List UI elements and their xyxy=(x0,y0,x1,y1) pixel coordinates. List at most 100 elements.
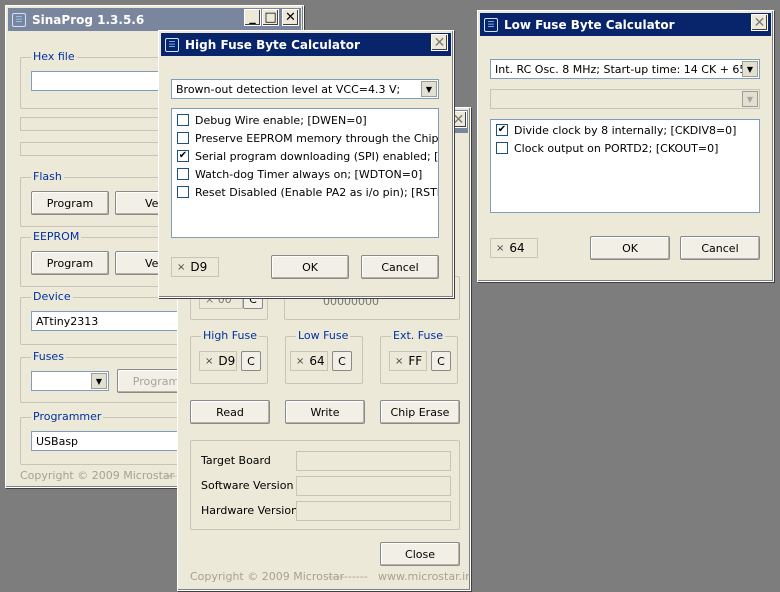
eesave-checkbox[interactable] xyxy=(177,132,189,144)
hardware-version-label: Hardware Version xyxy=(201,504,299,517)
high-fuse-title-bar[interactable]: ☰ High Fuse Byte Calculator xyxy=(161,33,451,56)
hex-file-label: Hex file xyxy=(31,50,77,63)
low-fuse-group: Low Fuse × 64 C xyxy=(285,329,363,384)
high-fuse-label: High Fuse xyxy=(201,329,259,342)
close-icon: ✕ xyxy=(753,14,766,31)
close-button[interactable]: Close xyxy=(380,542,460,566)
minimize-button[interactable]: _ xyxy=(244,9,261,26)
device-label: Device xyxy=(31,290,73,303)
ext-fuse-label: Ext. Fuse xyxy=(391,329,445,342)
main-footer-copyright: Copyright © 2009 Microstar xyxy=(20,469,175,482)
ext-fuse-value: FF xyxy=(408,354,423,368)
maximize-button[interactable]: □ xyxy=(262,9,279,26)
app-icon: ☰ xyxy=(12,12,26,27)
spien-checkbox[interactable]: ✔ xyxy=(177,150,189,162)
secondary-select[interactable]: ▼ xyxy=(490,89,760,109)
flash-label: Flash xyxy=(31,170,64,183)
option-wdton[interactable]: Watch-dog Timer always on; [WDTON=0] xyxy=(177,166,422,182)
hardware-version-field xyxy=(296,501,451,521)
chip-erase-button[interactable]: Chip Erase xyxy=(380,400,460,424)
rstdisbl-checkbox[interactable] xyxy=(177,186,189,198)
low-fuse-ok-button[interactable]: OK xyxy=(590,236,670,260)
low-fuse-label: Low Fuse xyxy=(296,329,351,342)
high-fuse-result-prefix: × xyxy=(177,261,186,273)
option-eesave[interactable]: Preserve EEPROM memory through the Chip … xyxy=(177,130,439,146)
ext-fuse-box: × FF xyxy=(389,351,427,371)
low-fuse-dialog: ☰ Low Fuse Byte Calculator ✕ Int. RC Osc… xyxy=(477,10,774,282)
low-fuse-result-prefix: × xyxy=(496,242,505,254)
main-close-button[interactable]: ✕ xyxy=(282,9,299,26)
eesave-label: Preserve EEPROM memory through the Chip … xyxy=(195,131,439,145)
dwen-label: Debug Wire enable; [DWEN=0] xyxy=(195,113,367,127)
low-fuse-result-value: 64 xyxy=(509,241,525,255)
app-icon: ☰ xyxy=(165,37,179,52)
high-fuse-value: D9 xyxy=(218,354,236,368)
fuses-footer-dashes: ---------- xyxy=(328,570,368,583)
wdton-label: Watch-dog Timer always on; [WDTON=0] xyxy=(195,167,423,181)
high-fuse-prefix: × xyxy=(205,355,214,367)
clock-source-select[interactable]: Int. RC Osc. 8 MHz; Start-up time: 14 CK… xyxy=(490,59,760,79)
device-value: ATtiny2313 xyxy=(36,314,99,328)
high-fuse-ok-button[interactable]: OK xyxy=(271,255,349,279)
ckdiv8-checkbox[interactable]: ✔ xyxy=(496,124,508,136)
ckout-label: Clock output on PORTD2; [CKOUT=0] xyxy=(514,141,719,155)
target-board-field xyxy=(296,451,451,471)
option-rstdisbl[interactable]: Reset Disabled (Enable PA2 as i/o pin); … xyxy=(177,184,438,200)
clock-source-value: Int. RC Osc. 8 MHz; Start-up time: 14 CK… xyxy=(495,62,747,76)
eeprom-label: EEPROM xyxy=(31,230,82,243)
low-fuse-dialog-title: Low Fuse Byte Calculator xyxy=(504,17,675,32)
programmer-value: USBasp xyxy=(36,434,79,448)
ckout-checkbox[interactable] xyxy=(496,142,508,154)
write-button[interactable]: Write xyxy=(285,400,365,424)
low-fuse-cancel-button[interactable]: Cancel xyxy=(680,236,760,260)
fuses-footer-copyright: Copyright © 2009 Microstar xyxy=(190,570,345,583)
maximize-icon: □ xyxy=(264,10,277,25)
low-fuse-title-bar[interactable]: ☰ Low Fuse Byte Calculator xyxy=(480,13,771,36)
brown-out-value: Brown-out detection level at VCC=4.3 V; xyxy=(176,82,401,96)
main-window-title: SinaProg 1.3.5.6 xyxy=(32,12,145,27)
high-fuse-result-value: D9 xyxy=(190,260,208,274)
low-fuse-result: × 64 xyxy=(490,238,538,258)
low-fuse-close-button[interactable]: ✕ xyxy=(751,14,768,31)
high-fuse-dialog-title: High Fuse Byte Calculator xyxy=(185,37,360,52)
close-icon: ✕ xyxy=(285,10,296,25)
fuses-select[interactable]: ▼ xyxy=(31,371,109,391)
high-fuse-close-button[interactable]: ✕ xyxy=(431,34,448,51)
high-fuse-result: × D9 xyxy=(171,257,219,277)
option-dwen[interactable]: Debug Wire enable; [DWEN=0] xyxy=(177,112,367,128)
option-spien[interactable]: ✔ Serial program downloading (SPI) enable… xyxy=(177,148,439,164)
close-icon: ✕ xyxy=(452,111,465,128)
low-fuse-box: × 64 xyxy=(290,351,328,371)
programmer-label: Programmer xyxy=(31,410,104,423)
low-fuse-clear-button[interactable]: C xyxy=(332,351,352,371)
software-version-field xyxy=(296,476,451,496)
high-fuse-options-list: Debug Wire enable; [DWEN=0] Preserve EEP… xyxy=(171,108,439,238)
option-ckdiv8[interactable]: ✔ Divide clock by 8 internally; [CKDIV8=0… xyxy=(496,122,736,138)
high-fuse-cancel-button[interactable]: Cancel xyxy=(361,255,439,279)
ext-fuse-prefix: × xyxy=(395,355,404,367)
info-group: Target Board Software Version Hardware V… xyxy=(190,440,460,530)
eeprom-program-button[interactable]: Program xyxy=(31,251,109,275)
ext-fuse-group: Ext. Fuse × FF C xyxy=(380,329,458,384)
rstdisbl-label: Reset Disabled (Enable PA2 as i/o pin); … xyxy=(195,185,438,199)
wdton-checkbox[interactable] xyxy=(177,168,189,180)
high-fuse-box: × D9 xyxy=(199,351,237,371)
low-fuse-prefix: × xyxy=(296,355,305,367)
low-fuse-value: 64 xyxy=(309,354,325,368)
high-fuse-clear-button[interactable]: C xyxy=(241,351,261,371)
software-version-label: Software Version xyxy=(201,479,294,492)
fuses-footer-url: www.microstar.ir xyxy=(378,570,470,583)
close-icon: ✕ xyxy=(433,34,446,51)
chevron-down-icon: ▼ xyxy=(742,61,758,77)
high-fuse-group: High Fuse × D9 C xyxy=(190,329,268,384)
chevron-down-icon: ▼ xyxy=(742,91,758,107)
read-button[interactable]: Read xyxy=(190,400,270,424)
brown-out-select[interactable]: Brown-out detection level at VCC=4.3 V; … xyxy=(171,79,439,99)
ext-fuse-clear-button[interactable]: C xyxy=(431,351,451,371)
dwen-checkbox[interactable] xyxy=(177,114,189,126)
option-ckout[interactable]: Clock output on PORTD2; [CKOUT=0] xyxy=(496,140,718,156)
flash-program-button[interactable]: Program xyxy=(31,191,109,215)
low-fuse-options-list: ✔ Divide clock by 8 internally; [CKDIV8=0… xyxy=(490,119,760,213)
spien-label: Serial program downloading (SPI) enabled… xyxy=(195,149,439,163)
high-fuse-dialog: ☰ High Fuse Byte Calculator ✕ Brown-out … xyxy=(158,30,454,298)
